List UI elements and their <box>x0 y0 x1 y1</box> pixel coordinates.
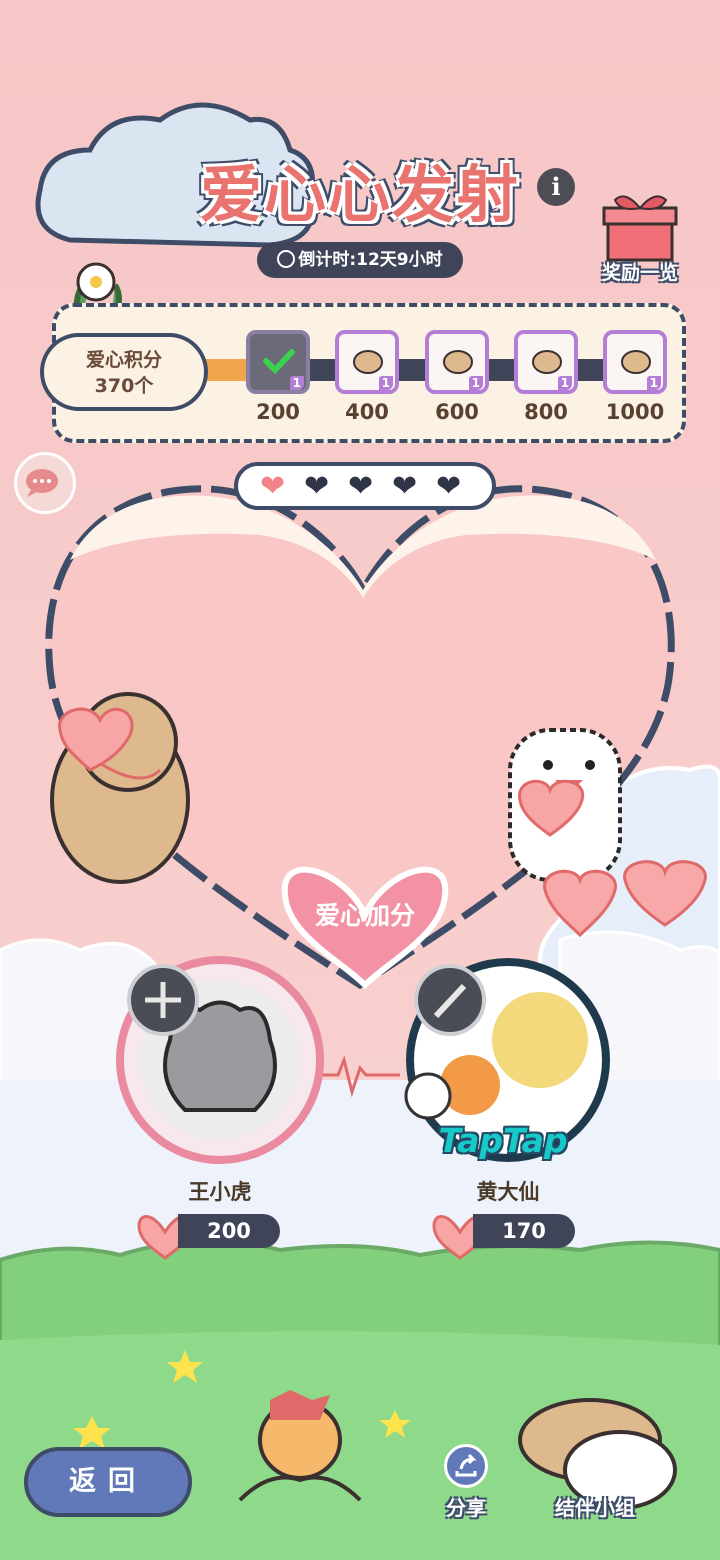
reward-tier-threshold: 800 <box>524 400 568 424</box>
reward-tier-count: 1 <box>646 376 661 390</box>
reward-tier-count: 1 <box>289 376 304 390</box>
reward-tier-count: 1 <box>468 376 483 390</box>
reward-tier-count: 1 <box>557 376 572 390</box>
heart-empty-icon: ❤ <box>436 469 462 504</box>
back-button[interactable]: 返回 <box>24 1447 192 1517</box>
reward-tier-1000[interactable]: 1 <box>603 330 667 394</box>
player-left-name: 王小虎 <box>188 1180 252 1204</box>
player-right-name: 黄大仙 <box>476 1180 540 1204</box>
rewards-overview-button[interactable]: 奖励一览 <box>590 258 690 285</box>
claimed-check-icon <box>262 344 296 378</box>
chat-bubble-icon[interactable] <box>14 452 76 514</box>
reward-tier-600[interactable]: 1 <box>425 330 489 394</box>
reward-tier-800[interactable]: 1 <box>514 330 578 394</box>
dog-plush-sticker-icon <box>530 344 564 378</box>
heart-empty-icon: ❤ <box>304 469 330 504</box>
heart-bonus-button[interactable]: 爱心加分 <box>287 896 443 932</box>
reward-tier-400[interactable]: 1 <box>335 330 399 394</box>
tan-dog-mascot <box>50 692 190 884</box>
reward-tier-threshold: 1000 <box>605 400 665 424</box>
dog-pair-sticker-icon <box>619 344 653 378</box>
heart-score-label: 爱心积分 <box>85 349 162 371</box>
reward-tier-count: 1 <box>378 376 393 390</box>
share-label[interactable]: 分享 <box>430 1492 502 1521</box>
reward-tier-threshold: 200 <box>256 400 300 424</box>
heart-empty-icon: ❤ <box>392 469 418 504</box>
heart-score-pill: 爱心积分 370个 <box>40 333 208 411</box>
hearts-indicator: ❤ ❤ ❤ ❤ ❤ <box>234 462 496 510</box>
countdown-timer: 倒计时:12天9小时 <box>257 242 463 278</box>
dog-face-sticker-icon <box>351 344 385 378</box>
player-left-avatar <box>116 956 324 1164</box>
share-icon[interactable] <box>444 1444 488 1488</box>
event-title: 爱心心发射 <box>199 158 520 231</box>
clock-icon <box>277 250 296 268</box>
back-label: 返回 <box>69 1466 147 1497</box>
reward-tier-threshold: 400 <box>345 400 389 424</box>
taptap-badge: TapTap <box>438 1121 568 1160</box>
reward-tier-threshold: 600 <box>435 400 479 424</box>
companion-group-button[interactable]: 结伴小组 <box>540 1492 650 1521</box>
heart-empty-icon: ❤ <box>348 469 374 504</box>
heart-score-value: 370个 <box>94 375 154 397</box>
chat-bubble-glyph <box>26 469 58 497</box>
heart-filled-icon: ❤ <box>260 469 286 504</box>
share-arrow-glyph <box>455 1453 477 1477</box>
countdown-text: 倒计时:12天9小时 <box>298 250 443 270</box>
player-left-score: 200 <box>178 1214 280 1248</box>
reward-tier-200[interactable]: 1 <box>246 330 310 394</box>
dog-lying-sticker-icon <box>441 344 475 378</box>
info-icon[interactable]: i <box>537 168 575 206</box>
player-right-score: 170 <box>473 1214 575 1248</box>
